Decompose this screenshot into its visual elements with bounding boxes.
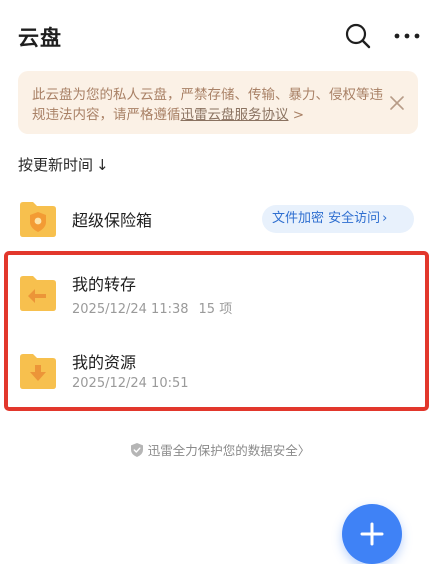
item-name: 超级保险箱 bbox=[72, 211, 153, 230]
security-note[interactable]: 迅雷全力保护您的数据安全〉 bbox=[0, 440, 440, 459]
item-date: 2025/12/24 10:51 bbox=[72, 376, 189, 391]
list-item-safe-box[interactable]: 超级保险箱 文件加密 安全访问 › bbox=[0, 193, 440, 245]
encrypt-access-pill[interactable]: 文件加密 安全访问 › bbox=[262, 205, 414, 233]
search-icon bbox=[345, 23, 371, 49]
pill-label: 文件加密 安全访问 bbox=[272, 211, 381, 226]
item-meta: 2025/12/24 11:38 15 项 bbox=[72, 298, 232, 317]
security-note-text: 迅雷全力保护您的数据安全 bbox=[147, 443, 298, 458]
chevron-right-icon: 〉 bbox=[297, 443, 311, 458]
page-title: 云盘 bbox=[18, 26, 62, 50]
notice-close-button[interactable] bbox=[389, 95, 405, 111]
list-item-my-transfer[interactable]: 我的转存 2025/12/24 11:38 15 项 bbox=[0, 262, 440, 332]
item-name: 我的资源 bbox=[72, 353, 137, 372]
add-button[interactable] bbox=[342, 504, 402, 564]
chevron-right-icon: › bbox=[382, 211, 388, 226]
notice-banner: 此云盘为您的私人云盘，严禁存储、传输、暴力、侵权等违规违法内容，请严格遵循迅雷云… bbox=[18, 71, 418, 134]
close-icon bbox=[390, 96, 404, 110]
item-name: 我的转存 bbox=[72, 275, 137, 294]
list-item-my-resources[interactable]: 我的资源 2025/12/24 10:51 bbox=[0, 340, 440, 410]
notice-text: 此云盘为您的私人云盘，严禁存储、传输、暴力、侵权等违规违法内容，请严格遵循迅雷云… bbox=[32, 85, 384, 125]
sort-label: 按更新时间 bbox=[18, 156, 94, 174]
sort-selector[interactable]: 按更新时间 ↓ bbox=[18, 154, 109, 175]
transfer-folder-icon bbox=[20, 276, 56, 311]
shield-icon bbox=[130, 443, 143, 457]
item-meta: 2025/12/24 10:51 bbox=[72, 376, 189, 391]
download-folder-icon bbox=[20, 354, 56, 389]
plus-icon bbox=[360, 522, 384, 546]
sort-arrow: ↓ bbox=[96, 156, 109, 174]
notice-link-chevron: > bbox=[288, 107, 305, 123]
more-button[interactable] bbox=[392, 22, 422, 50]
item-date: 2025/12/24 11:38 bbox=[72, 302, 189, 317]
more-dots-icon bbox=[394, 33, 420, 39]
item-count: 15 项 bbox=[198, 302, 233, 317]
safe-folder-icon bbox=[20, 202, 56, 237]
top-bar: 云盘 bbox=[0, 0, 440, 72]
search-button[interactable] bbox=[344, 22, 372, 50]
service-agreement-link[interactable]: 迅雷云盘服务协议 bbox=[181, 107, 289, 123]
